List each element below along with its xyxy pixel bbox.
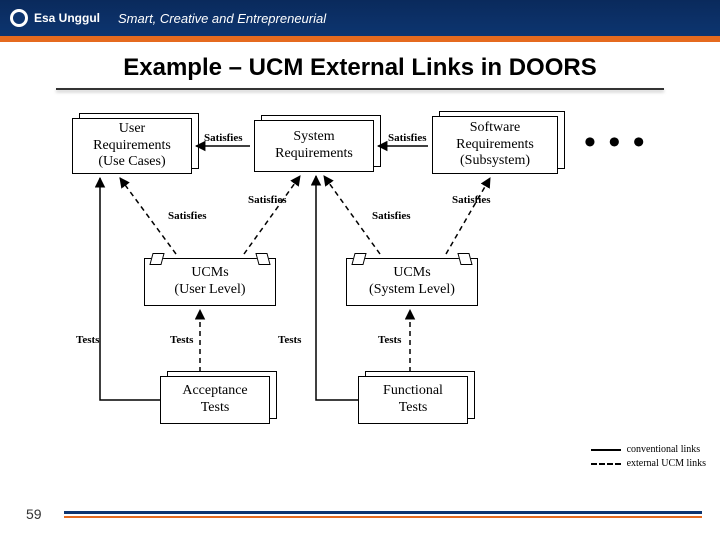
text: (Subsystem) xyxy=(439,153,551,170)
line-solid-icon xyxy=(591,449,621,451)
slide-title: Example – UCM External Links in DOORS xyxy=(0,46,720,86)
text: (User Level) xyxy=(145,282,275,299)
header-stripe xyxy=(0,36,720,46)
line-dashed-icon xyxy=(591,463,621,465)
text: (System Level) xyxy=(347,282,477,299)
ellipsis-icon: • • • xyxy=(584,124,647,162)
brand-tagline: Smart, Creative and Entrepreneurial xyxy=(118,11,326,26)
legend-label: external UCM links xyxy=(627,458,706,469)
brand-logo: Esa Unggul xyxy=(10,9,100,27)
node-ucm-user-level: UCMs (User Level) xyxy=(144,258,276,306)
logo-icon xyxy=(10,9,28,27)
label-satisfies: Satisfies xyxy=(248,194,287,206)
label-satisfies: Satisfies xyxy=(452,194,491,206)
text: System xyxy=(261,129,367,146)
text: Requirements xyxy=(261,146,367,163)
brand-text: Esa Unggul xyxy=(34,11,100,25)
label-tests: Tests xyxy=(278,334,301,346)
label-tests: Tests xyxy=(170,334,193,346)
legend-item-external: external UCM links xyxy=(591,458,706,469)
node-system-requirements: System Requirements xyxy=(254,120,374,172)
label-tests: Tests xyxy=(378,334,401,346)
text: Tests xyxy=(365,400,461,417)
node-ucm-system-level: UCMs (System Level) xyxy=(346,258,478,306)
text: (Use Cases) xyxy=(79,154,185,171)
page-number: 59 xyxy=(26,506,42,522)
legend: conventional links external UCM links xyxy=(591,441,706,472)
text: UCMs xyxy=(347,265,477,282)
label-satisfies: Satisfies xyxy=(372,210,411,222)
footer-rule xyxy=(64,511,702,514)
label-satisfies: Satisfies xyxy=(388,132,427,144)
node-acceptance-tests: Acceptance Tests xyxy=(160,376,270,424)
text: Functional xyxy=(365,383,461,400)
legend-label: conventional links xyxy=(627,444,701,455)
text: Software xyxy=(439,120,551,137)
text: Acceptance xyxy=(167,383,263,400)
text: User xyxy=(79,121,185,138)
text: Requirements xyxy=(79,138,185,155)
legend-item-conventional: conventional links xyxy=(591,444,706,455)
node-user-requirements: User Requirements (Use Cases) xyxy=(72,118,192,174)
label-satisfies: Satisfies xyxy=(204,132,243,144)
node-functional-tests: Functional Tests xyxy=(358,376,468,424)
text: Requirements xyxy=(439,137,551,154)
diagram-canvas: User Requirements (Use Cases) System Req… xyxy=(0,90,720,520)
label-satisfies: Satisfies xyxy=(168,210,207,222)
text: Tests xyxy=(167,400,263,417)
node-software-requirements: Software Requirements (Subsystem) xyxy=(432,116,558,174)
label-tests: Tests xyxy=(76,334,99,346)
text: UCMs xyxy=(145,265,275,282)
